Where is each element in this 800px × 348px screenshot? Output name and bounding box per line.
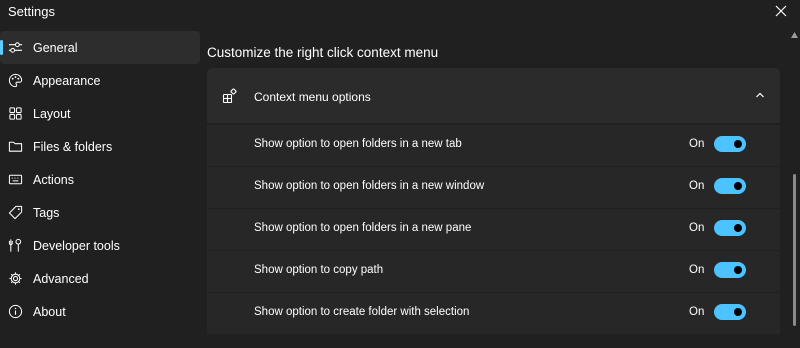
- sidebar-item-actions[interactable]: Actions: [0, 163, 200, 196]
- grid-icon: [8, 106, 23, 121]
- option-label: Show option to open folders in a new tab: [254, 138, 462, 150]
- sliders-icon: [8, 40, 23, 55]
- sidebar-item-appearance[interactable]: Appearance: [0, 64, 200, 97]
- option-row-new-pane: Show option to open folders in a new pan…: [207, 209, 780, 250]
- option-row-new-window: Show option to open folders in a new win…: [207, 167, 780, 208]
- create-folder-with-selection-toggle[interactable]: [714, 304, 746, 320]
- toggle-state-text: On: [689, 222, 705, 234]
- apps-add-icon: [222, 88, 238, 104]
- sidebar-item-tags[interactable]: Tags: [0, 196, 200, 229]
- toggle-state-text: On: [689, 138, 705, 150]
- sidebar-item-label: General: [33, 40, 78, 55]
- vertical-scrollbar[interactable]: [789, 24, 800, 337]
- option-label: Show option to open folders in a new pan…: [254, 222, 472, 234]
- toggle-knob: [734, 308, 742, 316]
- toggle-knob: [734, 182, 742, 190]
- palette-icon: [8, 73, 23, 88]
- option-label: Show option to open folders in a new win…: [254, 180, 485, 192]
- sidebar-item-label: Developer tools: [33, 238, 120, 253]
- open-in-new-pane-toggle[interactable]: [714, 220, 746, 236]
- sidebar-item-label: Appearance: [33, 73, 101, 88]
- option-row-copy-path: Show option to copy path On: [207, 251, 780, 292]
- wrench-icon: [8, 238, 23, 253]
- context-menu-options-expander: Context menu options Show option to open…: [207, 68, 780, 348]
- advanced-settings-icon: [8, 271, 23, 286]
- toggle-state-text: On: [689, 180, 705, 192]
- toggle-state-text: On: [689, 306, 705, 318]
- toggle-knob: [734, 266, 742, 274]
- expander-header[interactable]: Context menu options: [207, 68, 780, 123]
- sidebar-item-label: Advanced: [33, 271, 89, 286]
- info-icon: [8, 304, 23, 319]
- folder-icon: [8, 139, 23, 154]
- open-in-new-window-toggle[interactable]: [714, 178, 746, 194]
- option-label: Show option to create folder with select…: [254, 306, 470, 318]
- app-title: Settings: [8, 4, 55, 19]
- sidebar-item-general[interactable]: General: [0, 31, 200, 64]
- tag-icon: [8, 205, 23, 220]
- sidebar-item-about[interactable]: About: [0, 295, 200, 328]
- sidebar-item-label: Tags: [33, 205, 60, 220]
- page-heading: Customize the right click context menu: [207, 45, 439, 60]
- close-button[interactable]: [768, 0, 794, 22]
- chevron-up-icon[interactable]: [753, 88, 767, 102]
- sidebar-item-label: Layout: [33, 106, 71, 121]
- scroll-up-arrow-icon[interactable]: [791, 32, 798, 38]
- toggle-knob: [734, 224, 742, 232]
- sidebar-item-label: About: [33, 304, 66, 319]
- expander-title: Context menu options: [254, 90, 371, 104]
- open-in-new-tab-toggle[interactable]: [714, 136, 746, 152]
- copy-path-toggle[interactable]: [714, 262, 746, 278]
- keyboard-icon: [8, 172, 23, 187]
- sidebar-item-layout[interactable]: Layout: [0, 97, 200, 130]
- close-icon: [775, 5, 787, 17]
- title-bar: Settings: [0, 0, 800, 26]
- sidebar-item-advanced[interactable]: Advanced: [0, 262, 200, 295]
- sidebar-item-label: Actions: [33, 172, 74, 187]
- toggle-state-text: On: [689, 264, 705, 276]
- option-row-new-tab: Show option to open folders in a new tab…: [207, 125, 780, 166]
- option-label: Show option to copy path: [254, 264, 384, 276]
- sidebar-item-label: Files & folders: [33, 139, 113, 154]
- option-row-create-folder: Show option to create folder with select…: [207, 293, 780, 334]
- scroll-thumb[interactable]: [793, 174, 796, 326]
- sidebar-item-developer-tools[interactable]: Developer tools: [0, 229, 200, 262]
- sidebar: General Appearance Layout Files & folder…: [0, 31, 200, 328]
- toggle-knob: [734, 140, 742, 148]
- sidebar-item-files-folders[interactable]: Files & folders: [0, 130, 200, 163]
